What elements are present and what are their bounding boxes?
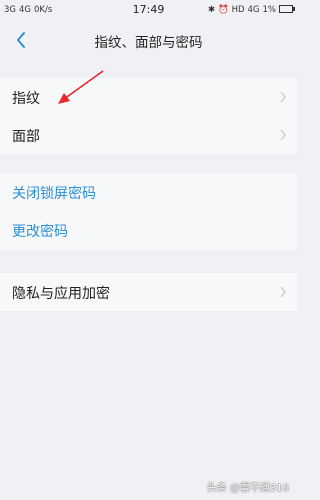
page-title: 指纹、面部与密码 bbox=[94, 35, 203, 51]
disable-lock-password-link[interactable]: 关闭锁屏密码 bbox=[12, 183, 96, 203]
biometrics-group: 指纹 面部 bbox=[0, 78, 297, 154]
watermark: 头条 @雷不通316 bbox=[206, 483, 289, 494]
bluetooth-icon: ✱ bbox=[207, 5, 215, 15]
alarm-icon: ⏰ bbox=[217, 5, 229, 15]
battery-percent: 1% bbox=[262, 5, 277, 15]
status-right: ✱ ⏰ HD 4G 1% bbox=[205, 5, 295, 15]
password-group: 关闭锁屏密码 更改密码 bbox=[0, 173, 297, 250]
net-4g: 4G bbox=[247, 5, 260, 15]
chevron-right-icon bbox=[280, 286, 286, 298]
face-row[interactable]: 面部 bbox=[0, 116, 297, 154]
status-bar: 3G 4G 0K/s 17:49 ✱ ⏰ HD 4G 1% bbox=[0, 0, 297, 20]
privacy-encryption-label: 隐私与应用加密 bbox=[12, 286, 110, 302]
annotation-arrow-icon bbox=[58, 70, 104, 104]
chevron-right-icon bbox=[280, 129, 286, 141]
change-password-row[interactable]: 更改密码 bbox=[0, 211, 297, 249]
fingerprint-label: 指纹 bbox=[12, 91, 40, 107]
battery-icon bbox=[279, 5, 295, 13]
chevron-right-icon bbox=[280, 91, 286, 103]
fingerprint-row[interactable]: 指纹 bbox=[0, 78, 297, 116]
header: 指纹、面部与密码 bbox=[0, 22, 297, 58]
change-password-link[interactable]: 更改密码 bbox=[12, 221, 68, 241]
privacy-encryption-row[interactable]: 隐私与应用加密 bbox=[0, 273, 297, 311]
privacy-group: 隐私与应用加密 bbox=[0, 273, 297, 311]
disable-lock-password-row[interactable]: 关闭锁屏密码 bbox=[0, 173, 297, 211]
hd-badge: HD bbox=[231, 5, 245, 15]
face-label: 面部 bbox=[12, 129, 40, 145]
